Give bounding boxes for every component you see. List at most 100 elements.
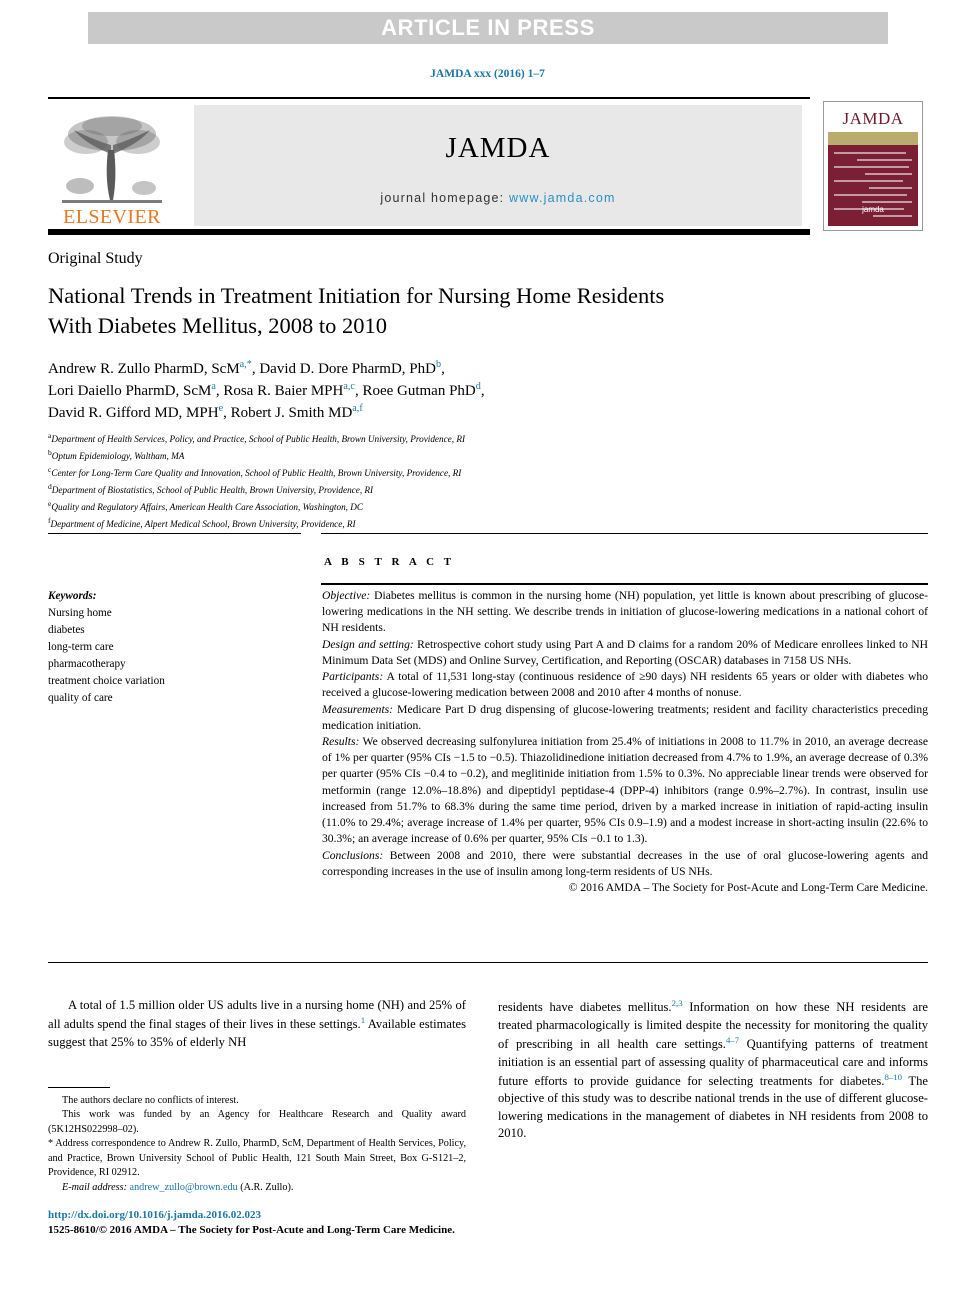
footnote-correspondence: * Address correspondence to Andrew R. Zu… [48, 1137, 466, 1180]
keyword-item: diabetes [48, 624, 85, 637]
affiliation-list: aDepartment of Health Services, Policy, … [48, 430, 748, 532]
reference-marker[interactable]: 2,3 [672, 998, 683, 1008]
keyword-item: Nursing home [48, 607, 112, 620]
cover-line [869, 187, 912, 189]
title-line-2: With Diabetes Mellitus, 2008 to 2010 [48, 312, 388, 338]
article-page: ARTICLE IN PRESS JAMDA xxx (2016) 1–7 EL… [0, 0, 975, 1305]
abstract-section-label: Participants: [322, 670, 384, 684]
author-name: , Roee Gutman PhD [354, 383, 476, 400]
email-label: E-mail address: [62, 1181, 127, 1193]
author-name: , David D. Dore PharmD, PhD [251, 361, 436, 377]
homepage-url-link[interactable]: www.jamda.com [509, 191, 616, 205]
author-line-2: Lori Daiello PharmD, ScMa, Rosa R. Baier… [48, 380, 898, 402]
issn-copyright-line: 1525-8610/© 2016 AMDA – The Society for … [48, 1224, 455, 1237]
abstract-section-text: Retrospective cohort study using Part A … [322, 637, 928, 667]
body-column-left: A total of 1.5 million older US adults l… [48, 997, 466, 1051]
cover-title-text: JAMDA [842, 109, 904, 128]
page-title: National Trends in Treatment Initiation … [48, 281, 878, 341]
author-line-3: David R. Gifford MD, MPHe, Robert J. Smi… [48, 402, 898, 424]
cover-line [834, 180, 903, 182]
keyword-item: treatment choice variation [48, 675, 165, 688]
elsevier-tree-icon [62, 116, 162, 203]
cover-header: JAMDA [828, 106, 918, 132]
abstract-participants: Participants: A total of 11,531 long-sta… [322, 669, 928, 701]
reference-marker[interactable]: 8–10 [884, 1072, 902, 1082]
keyword-item: long-term care [48, 641, 114, 654]
author-name: Andrew R. Zullo PharmD, ScM [48, 361, 240, 377]
body-paragraph: A total of 1.5 million older US adults l… [48, 997, 466, 1051]
abstract-rule-bottom [48, 962, 928, 963]
abstract-rule-top [321, 533, 928, 534]
cover-accent-band [828, 132, 918, 145]
author-line-1: Andrew R. Zullo PharmD, ScMa,*, David D.… [48, 358, 898, 380]
abstract-section-text: Diabetes mellitus is common in the nursi… [322, 589, 928, 635]
affiliation-marker: a,f [352, 403, 363, 415]
journal-homepage-box: JAMDA journal homepage: www.jamda.com [194, 105, 802, 226]
footnote-funding: This work was funded by an Agency for He… [48, 1109, 466, 1135]
abstract-copyright: © 2016 AMDA – The Society for Post-Acute… [568, 880, 928, 894]
abstract-section-label: Objective: [322, 589, 371, 602]
cover-line [862, 201, 912, 203]
article-in-press-banner: ARTICLE IN PRESS [88, 12, 888, 44]
affiliation-item: fDepartment of Medicine, Alpert Medical … [48, 515, 748, 532]
affiliation-item: bOptum Epidemiology, Waltham, MA [48, 447, 748, 464]
journal-masthead: ELSEVIER JAMDA journal homepage: www.jam… [48, 97, 928, 237]
cover-background: JAMDA jamda [828, 106, 918, 226]
author-separator: , [441, 361, 445, 377]
affiliation-marker: a,* [239, 359, 252, 370]
abstract-results: Results: We observed decreasing sulfonyl… [322, 734, 928, 848]
abstract-section-label: Results: [322, 734, 360, 748]
footnote-block: The authors declare no conflicts of inte… [48, 1094, 466, 1195]
keywords-block: Keywords: Nursing home diabetes long-ter… [48, 588, 298, 707]
reference-marker[interactable]: 4–7 [726, 1035, 739, 1045]
article-in-press-label: ARTICLE IN PRESS [381, 15, 595, 40]
author-name: Lori Daiello PharmD, ScM [48, 383, 212, 400]
affiliation-item: cCenter for Long-Term Care Quality and I… [48, 464, 748, 481]
footnote-conflicts: The authors declare no conflicts of inte… [62, 1095, 239, 1106]
body-column-right: residents have diabetes mellitus.2,3 Inf… [498, 997, 928, 1143]
abstract-objective: Objective: Diabetes mellitus is common i… [322, 588, 928, 637]
abstract-section-text: Medicare Part D drug dispensing of gluco… [322, 702, 928, 732]
abstract-measurements: Measurements: Medicare Part D drug dispe… [322, 702, 928, 734]
abstract-section-label: Design and setting: [322, 637, 414, 651]
cover-logo-text: jamda [862, 205, 884, 214]
masthead-rule-top [48, 97, 810, 99]
journal-citation-line: JAMDA xxx (2016) 1–7 [430, 68, 545, 80]
abstract-section-text: Between 2008 and 2010, there were substa… [322, 848, 928, 878]
affiliation-text: Department of Medicine, Alpert Medical S… [50, 518, 356, 529]
title-line-1: National Trends in Treatment Initiation … [48, 283, 665, 308]
keywords-rule-top [48, 533, 301, 534]
cover-line [834, 166, 909, 168]
author-name: , Rosa R. Baier MPH [215, 383, 344, 400]
email-link[interactable]: andrew_zullo@brown.edu [130, 1182, 238, 1193]
author-list: Andrew R. Zullo PharmD, ScMa,*, David D.… [48, 358, 898, 424]
cover-line [834, 194, 908, 196]
homepage-label: journal homepage: [380, 191, 505, 205]
affiliation-text: Quality and Regulatory Affairs, American… [51, 501, 364, 512]
affiliation-text: Department of Health Services, Policy, a… [51, 434, 466, 445]
author-separator: , [480, 383, 485, 400]
correspondence-text: Address correspondence to Andrew R. Zull… [48, 1138, 466, 1179]
affiliation-item: eQuality and Regulatory Affairs, America… [48, 498, 748, 515]
jamda-wordmark: JAMDA [445, 132, 551, 164]
body-paragraph: residents have diabetes mellitus.2,3 Inf… [498, 997, 928, 1143]
abstract-conclusions: Conclusions: Between 2008 and 2010, ther… [322, 848, 928, 880]
footnote-email: E-mail address: andrew_zullo@brown.edu (… [48, 1181, 466, 1195]
elsevier-logo: ELSEVIER [48, 105, 176, 227]
masthead-rule-bottom [48, 229, 810, 235]
keyword-item: quality of care [48, 692, 113, 705]
cover-line [857, 159, 912, 161]
abstract-rule-mid [321, 583, 928, 585]
affiliation-marker: a,c [343, 381, 355, 393]
article-section-label: Original Study [48, 250, 143, 267]
elsevier-wordmark: ELSEVIER [63, 206, 161, 228]
keyword-item: pharmacotherapy [48, 658, 126, 671]
abstract-section-label: Conclusions: [322, 848, 384, 862]
journal-homepage-line: journal homepage: www.jamda.com [380, 191, 615, 205]
affiliation-text: Center for Long-Term Care Quality and In… [51, 468, 462, 478]
abstract-design: Design and setting: Retrospective cohort… [322, 637, 928, 669]
abstract-section-text: A total of 11,531 long-stay (continuous … [322, 670, 928, 700]
doi-link[interactable]: http://dx.doi.org/10.1016/j.jamda.2016.0… [48, 1208, 518, 1223]
journal-cover-thumbnail: JAMDA jamda [823, 101, 923, 231]
affiliation-text: Optum Epidemiology, Waltham, MA [51, 451, 185, 462]
